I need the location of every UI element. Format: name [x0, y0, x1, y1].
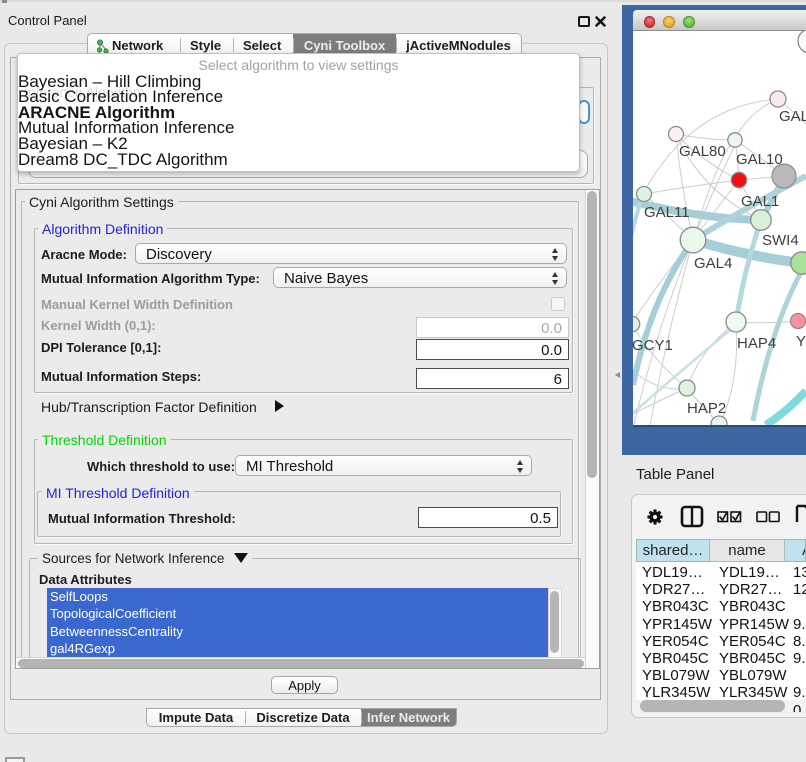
svg-text:GAL1: GAL1	[741, 193, 779, 210]
svg-text:GAL11: GAL11	[644, 204, 690, 221]
svg-text:GAL4: GAL4	[694, 255, 732, 272]
svg-text:HAP2: HAP2	[687, 400, 726, 417]
svg-text:GCY1: GCY1	[633, 337, 673, 354]
svg-text:GAL80: GAL80	[679, 143, 726, 160]
svg-text:SWI4: SWI4	[762, 232, 799, 249]
svg-text:GAL8: GAL8	[779, 108, 806, 125]
svg-text:Y: Y	[796, 333, 806, 350]
svg-text:GAL10: GAL10	[736, 151, 783, 168]
svg-text:HAP4: HAP4	[737, 335, 776, 352]
